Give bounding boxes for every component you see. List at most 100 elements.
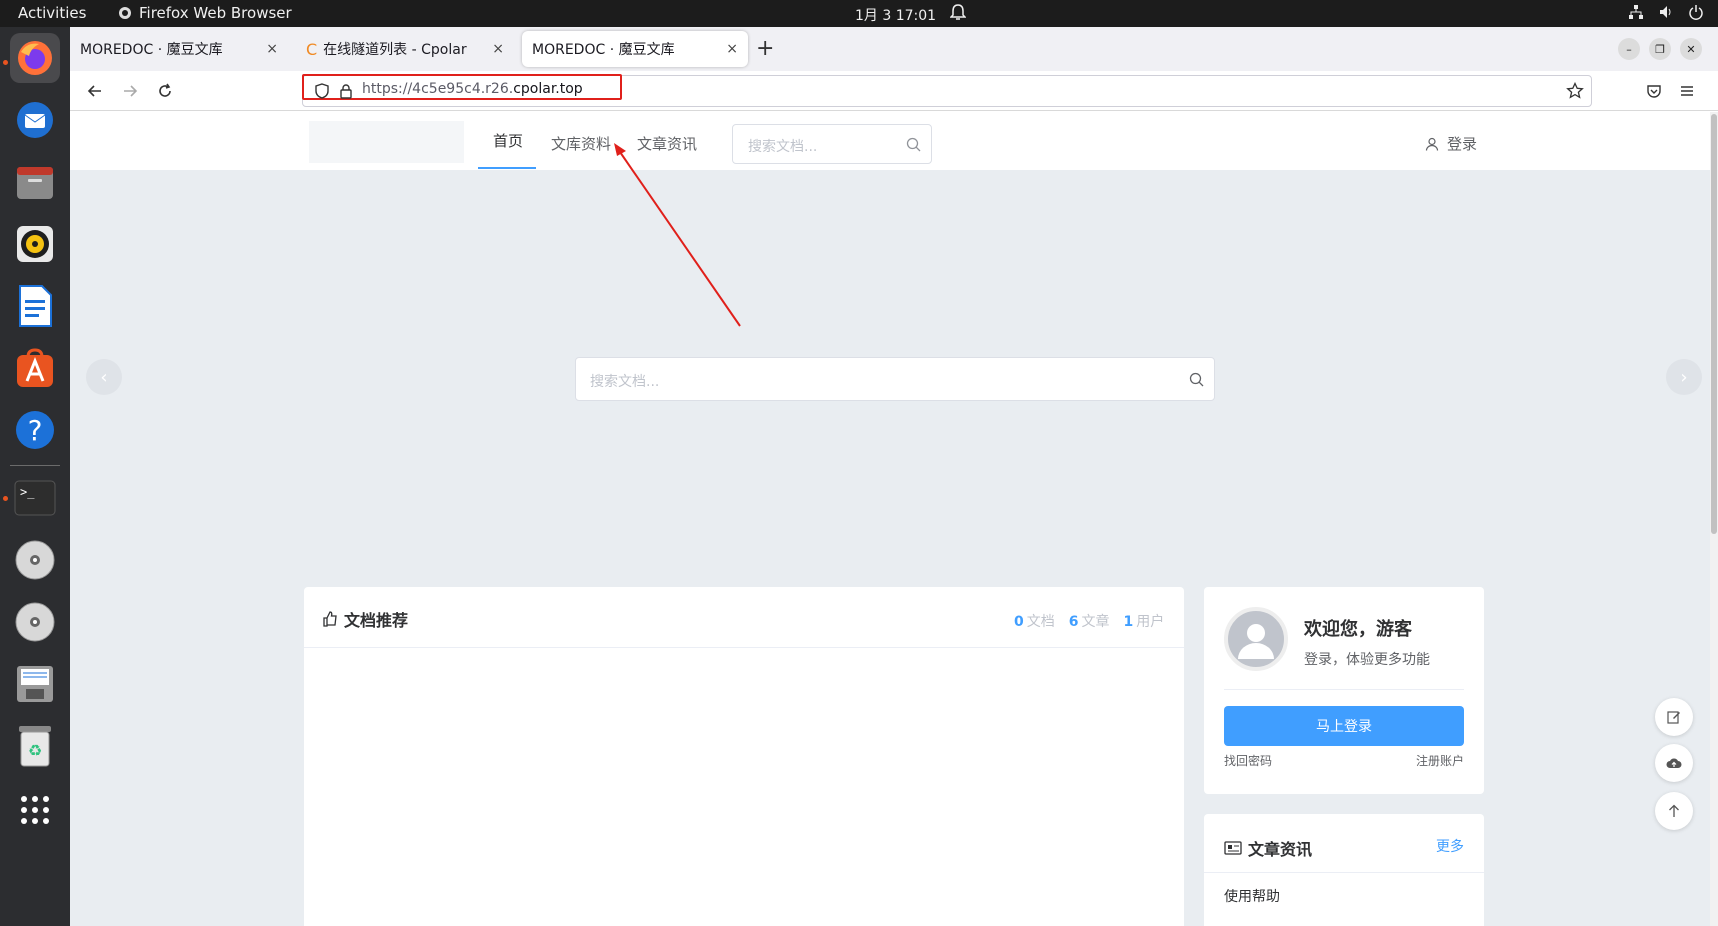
minimize-icon[interactable]: – <box>1618 38 1640 60</box>
nav-home[interactable]: 首页 <box>493 130 523 151</box>
document-recommend-card: 文档推荐 0 文档 6 文章 1 用户 <box>304 587 1184 926</box>
url-text[interactable]: https://4c5e95c4.r26.cpolar.top <box>362 81 583 97</box>
trash-icon[interactable]: ♻ <box>10 721 60 771</box>
firefox-icon[interactable] <box>10 33 60 83</box>
banner-search-input[interactable]: 搜索文档... <box>575 357 1215 401</box>
app-menu[interactable]: Firefox Web Browser <box>118 4 292 22</box>
edit-icon[interactable] <box>1655 698 1693 736</box>
stat-articles: 6 文章 <box>1068 614 1110 630</box>
register-link[interactable]: 注册账户 <box>1416 752 1464 769</box>
notification-bell-icon[interactable] <box>949 3 967 25</box>
upload-cloud-icon[interactable] <box>1655 744 1693 782</box>
new-tab-button[interactable]: + <box>756 36 774 61</box>
tab-title: MOREDOC · 魔豆文库 <box>80 42 223 58</box>
carousel-next-button[interactable]: › <box>1666 359 1702 395</box>
header-login-link[interactable]: 登录 <box>1425 133 1477 154</box>
recommend-title-wrap: 文档推荐 <box>322 607 408 631</box>
disc-icon[interactable] <box>10 535 60 585</box>
forgot-password-link[interactable]: 找回密码 <box>1224 752 1272 769</box>
close-tab-icon[interactable]: × <box>726 41 738 57</box>
running-indicator <box>3 60 8 65</box>
search-icon[interactable] <box>906 137 921 152</box>
card-divider <box>304 647 1184 648</box>
shield-icon[interactable] <box>311 80 333 102</box>
article-item[interactable]: 使用帮助 <box>1224 886 1280 906</box>
card-divider <box>1204 872 1484 873</box>
user-welcome-card: 欢迎您，游客 登录，体验更多功能 马上登录 找回密码 注册账户 <box>1204 587 1484 794</box>
help-icon[interactable]: ? <box>10 405 60 455</box>
close-tab-icon[interactable]: × <box>492 41 504 57</box>
login-now-button[interactable]: 马上登录 <box>1224 706 1464 746</box>
files-icon[interactable] <box>10 157 60 207</box>
svg-text:?: ? <box>28 414 43 447</box>
hamburger-menu-icon[interactable] <box>1676 80 1698 102</box>
system-tray[interactable] <box>1628 4 1704 20</box>
page-scrollbar[interactable] <box>1710 112 1718 926</box>
clock[interactable]: 1月 3 17:01 <box>855 5 936 25</box>
articles-title-wrap: 文章资讯 <box>1224 836 1312 860</box>
nav-articles[interactable]: 文章资讯 <box>637 133 697 154</box>
forward-arrow-icon[interactable] <box>119 80 141 102</box>
svg-text:♻: ♻ <box>28 741 42 760</box>
app-center-icon[interactable] <box>10 343 60 393</box>
welcome-heading: 欢迎您，游客 <box>1304 619 1412 640</box>
banner-search-placeholder: 搜索文档... <box>590 374 660 390</box>
system-top-bar: Activities Firefox Web Browser 1月 3 17:0… <box>0 0 1718 27</box>
svg-text:>_: >_ <box>20 485 35 499</box>
site-stats: 0 文档 6 文章 1 用户 <box>1014 611 1164 631</box>
writer-icon[interactable] <box>10 281 60 331</box>
tab-bar: MOREDOC · 魔豆文库 × C 在线隧道列表 - Cpolar × MOR… <box>70 27 1718 71</box>
network-icon <box>1629 5 1643 19</box>
running-indicator <box>3 496 8 501</box>
nav-library[interactable]: 文库资料 <box>551 133 611 154</box>
site-logo[interactable] <box>309 121 464 163</box>
newspaper-icon <box>1224 841 1242 855</box>
carousel-prev-button[interactable]: ‹ <box>86 359 122 395</box>
close-tab-icon[interactable]: × <box>266 41 278 57</box>
header-search-input[interactable]: 搜索文档... <box>732 124 932 164</box>
terminal-icon[interactable]: >_ <box>10 473 60 523</box>
login-label: 登录 <box>1447 135 1478 153</box>
articles-title: 文章资讯 <box>1248 840 1313 859</box>
dock-separator <box>10 465 60 466</box>
tab-title: MOREDOC · 魔豆文库 <box>532 42 675 58</box>
scrollbar-thumb[interactable] <box>1711 114 1717 534</box>
cpolar-favicon-icon: C <box>306 39 318 59</box>
rhythmbox-icon[interactable] <box>10 219 60 269</box>
bookmark-star-icon[interactable] <box>1564 80 1586 102</box>
restore-icon[interactable]: ❐ <box>1649 38 1671 60</box>
firefox-small-icon <box>119 7 131 19</box>
articles-card: 文章资讯 更多 使用帮助 <box>1204 814 1484 926</box>
tab-moredoc-1[interactable]: MOREDOC · 魔豆文库 × <box>70 31 288 67</box>
site-header: 首页 文库资料 文章资讯 搜索文档... 登录 <box>70 112 1718 170</box>
thumbs-up-icon <box>323 611 337 627</box>
back-to-top-icon[interactable] <box>1655 792 1693 830</box>
back-arrow-icon[interactable] <box>84 80 106 102</box>
dock: ? >_ ♻ <box>0 27 70 926</box>
header-search-placeholder: 搜索文档... <box>748 139 818 155</box>
save-icon[interactable] <box>10 659 60 709</box>
apps-grid-icon[interactable] <box>10 785 60 835</box>
stat-docs: 0 文档 <box>1014 614 1055 630</box>
lock-icon[interactable] <box>335 80 357 102</box>
pocket-icon[interactable] <box>1643 80 1665 102</box>
activities-button[interactable]: Activities <box>18 4 86 22</box>
active-tab-indicator <box>478 167 536 169</box>
url-domain: cpolar.top <box>513 81 583 97</box>
tab-moredoc-active[interactable]: MOREDOC · 魔豆文库 × <box>522 31 748 67</box>
power-icon <box>1689 5 1703 20</box>
reload-icon[interactable] <box>154 80 176 102</box>
navigation-toolbar: https://4c5e95c4.r26.cpolar.top <box>70 71 1718 111</box>
articles-more-link[interactable]: 更多 <box>1436 836 1464 856</box>
thunderbird-icon[interactable] <box>10 95 60 145</box>
url-prefix: https://4c5e95c4.r26. <box>362 81 514 97</box>
close-window-icon[interactable]: ✕ <box>1680 38 1702 60</box>
disc-icon[interactable] <box>10 597 60 647</box>
browser-window: MOREDOC · 魔豆文库 × C 在线隧道列表 - Cpolar × MOR… <box>70 27 1718 926</box>
tab-cpolar[interactable]: C 在线隧道列表 - Cpolar × <box>296 31 514 67</box>
recommend-title: 文档推荐 <box>344 611 409 630</box>
search-icon[interactable] <box>1189 372 1204 387</box>
user-icon <box>1425 137 1439 151</box>
tab-title: 在线隧道列表 - Cpolar <box>323 42 467 58</box>
web-page: 首页 文库资料 文章资讯 搜索文档... 登录 ‹ › 搜索文档... 文档推荐 <box>70 112 1718 926</box>
